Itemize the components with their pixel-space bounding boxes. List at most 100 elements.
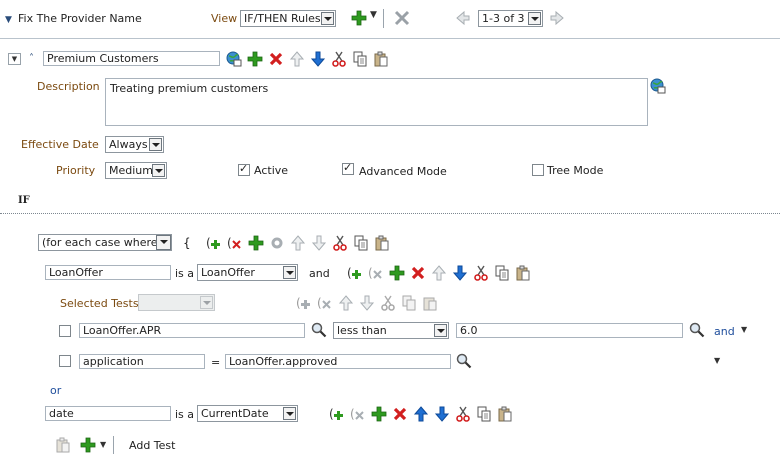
search-icon[interactable] xyxy=(689,322,705,338)
add-condition-icon[interactable]: ( xyxy=(329,406,345,422)
search-icon[interactable] xyxy=(456,353,472,369)
next-page-icon[interactable] xyxy=(549,10,565,26)
add-menu-dropdown-icon[interactable]: ▼ xyxy=(370,10,377,20)
copy-icon[interactable] xyxy=(353,235,369,251)
add-test-icon[interactable] xyxy=(80,437,96,453)
move-up-disabled-icon xyxy=(289,51,305,67)
effective-date-select[interactable]: Always xyxy=(105,136,164,153)
delete-condition-icon[interactable]: ( xyxy=(227,235,243,251)
pattern2-is-a-label: is a xyxy=(175,408,195,421)
add-test-button[interactable]: Add Test xyxy=(129,439,175,452)
svg-text:(: ( xyxy=(317,296,322,310)
tree-mode-label: Tree Mode xyxy=(547,164,604,177)
test1-checkbox[interactable] xyxy=(59,325,71,337)
gear-disabled-icon xyxy=(269,235,285,251)
copy-icon[interactable] xyxy=(494,265,510,281)
or-link[interactable]: or xyxy=(50,384,61,397)
test2-checkbox[interactable] xyxy=(59,355,71,367)
description-textarea[interactable]: Treating premium customers xyxy=(105,78,648,126)
add-icon[interactable] xyxy=(248,235,264,251)
svg-text:(: ( xyxy=(296,296,301,310)
view-label: View xyxy=(211,12,238,25)
add-icon[interactable] xyxy=(371,406,387,422)
add-condition-icon[interactable]: ( xyxy=(206,235,222,251)
test2-left-operand-input[interactable]: application xyxy=(79,354,205,369)
test1-conjunction-link[interactable]: and xyxy=(714,325,735,338)
chevron-down-icon[interactable] xyxy=(283,407,296,420)
chevron-down-icon[interactable] xyxy=(321,12,334,25)
collapse-rule-icon[interactable]: ˄ xyxy=(29,53,34,64)
delete-icon[interactable] xyxy=(268,51,284,67)
globe-edit-icon[interactable] xyxy=(650,78,666,94)
pattern2-variable-input[interactable]: date xyxy=(45,406,171,421)
toolbar-divider xyxy=(383,9,384,28)
chevron-down-icon xyxy=(160,240,168,244)
chevron-down-icon[interactable] xyxy=(528,12,541,25)
pattern1-type-select[interactable]: LoanOffer xyxy=(197,264,298,281)
move-down-icon[interactable] xyxy=(434,406,450,422)
svg-text:(: ( xyxy=(227,236,232,250)
cut-disabled-icon xyxy=(380,295,396,311)
search-icon[interactable] xyxy=(311,322,327,338)
add-icon[interactable] xyxy=(351,10,367,26)
selected-tests-label: Selected Tests xyxy=(60,297,139,310)
rule-name-input[interactable]: Premium Customers xyxy=(43,51,220,66)
advanced-mode-checkbox[interactable] xyxy=(342,161,354,175)
cut-icon[interactable] xyxy=(473,265,489,281)
delete-icon[interactable] xyxy=(392,406,408,422)
test1-conjunction-dropdown-icon[interactable]: ▼ xyxy=(741,325,747,334)
pager-select[interactable]: 1-3 of 3 xyxy=(478,10,543,27)
paste-icon[interactable] xyxy=(515,265,531,281)
cut-icon[interactable] xyxy=(332,235,348,251)
active-checkbox[interactable] xyxy=(238,162,250,176)
delete-condition-disabled-icon: ( xyxy=(350,406,366,422)
paste-disabled-icon xyxy=(422,295,438,311)
view-select[interactable]: IF/THEN Rules xyxy=(240,10,336,27)
test2-right-operand-input[interactable]: LoanOffer.approved xyxy=(225,354,451,369)
if-section-divider xyxy=(0,213,780,214)
globe-edit-icon[interactable] xyxy=(226,51,242,67)
test1-operator-select[interactable]: less than xyxy=(333,322,449,339)
chevron-down-icon[interactable] xyxy=(434,324,447,337)
delete-icon[interactable] xyxy=(410,265,426,281)
chevron-down-icon[interactable] xyxy=(149,138,162,151)
case-select-dropdown[interactable] xyxy=(156,235,171,250)
open-brace: { xyxy=(183,236,191,250)
previous-page-icon[interactable] xyxy=(455,10,471,26)
pattern1-conjunction: and xyxy=(309,267,330,280)
copy-icon[interactable] xyxy=(352,51,368,67)
collapse-ruleset-icon[interactable]: ▼ xyxy=(5,12,12,25)
paste-icon[interactable] xyxy=(373,51,389,67)
svg-text:(: ( xyxy=(350,407,355,421)
pattern1-variable-input[interactable]: LoanOffer xyxy=(45,265,171,280)
chevron-down-icon[interactable] xyxy=(152,164,165,177)
pattern2-type-select[interactable]: CurrentDate xyxy=(197,405,298,422)
rule-expand-toggle[interactable]: ▼ xyxy=(8,53,21,65)
test1-left-operand-input[interactable]: LoanOffer.APR xyxy=(79,323,305,338)
move-down-icon[interactable] xyxy=(310,51,326,67)
add-test-dropdown-icon[interactable]: ▼ xyxy=(100,440,106,449)
chevron-down-icon[interactable] xyxy=(283,266,296,279)
add-icon[interactable] xyxy=(247,51,263,67)
move-down-icon[interactable] xyxy=(452,265,468,281)
case-select[interactable]: (for each case where) xyxy=(38,234,172,251)
paste-icon[interactable] xyxy=(497,406,513,422)
priority-select[interactable]: Medium xyxy=(105,162,167,179)
delete-condition-disabled-icon: ( xyxy=(317,295,333,311)
move-up-disabled-icon xyxy=(431,265,447,281)
test1-right-operand-input[interactable]: 6.0 xyxy=(456,323,683,338)
add-condition-icon[interactable]: ( xyxy=(347,265,363,281)
tree-mode-checkbox[interactable] xyxy=(532,164,544,176)
if-section-title: IF xyxy=(18,195,30,206)
test2-conjunction-dropdown-icon[interactable]: ▼ xyxy=(714,356,720,365)
cut-icon[interactable] xyxy=(331,51,347,67)
copy-icon[interactable] xyxy=(476,406,492,422)
cut-icon[interactable] xyxy=(455,406,471,422)
paste-disabled-icon xyxy=(55,437,71,453)
test2-operator: = xyxy=(211,356,221,369)
svg-text:(: ( xyxy=(206,236,211,250)
add-icon[interactable] xyxy=(389,265,405,281)
advanced-mode-label: Advanced Mode xyxy=(359,165,447,178)
paste-icon[interactable] xyxy=(374,235,390,251)
move-up-icon[interactable] xyxy=(413,406,429,422)
